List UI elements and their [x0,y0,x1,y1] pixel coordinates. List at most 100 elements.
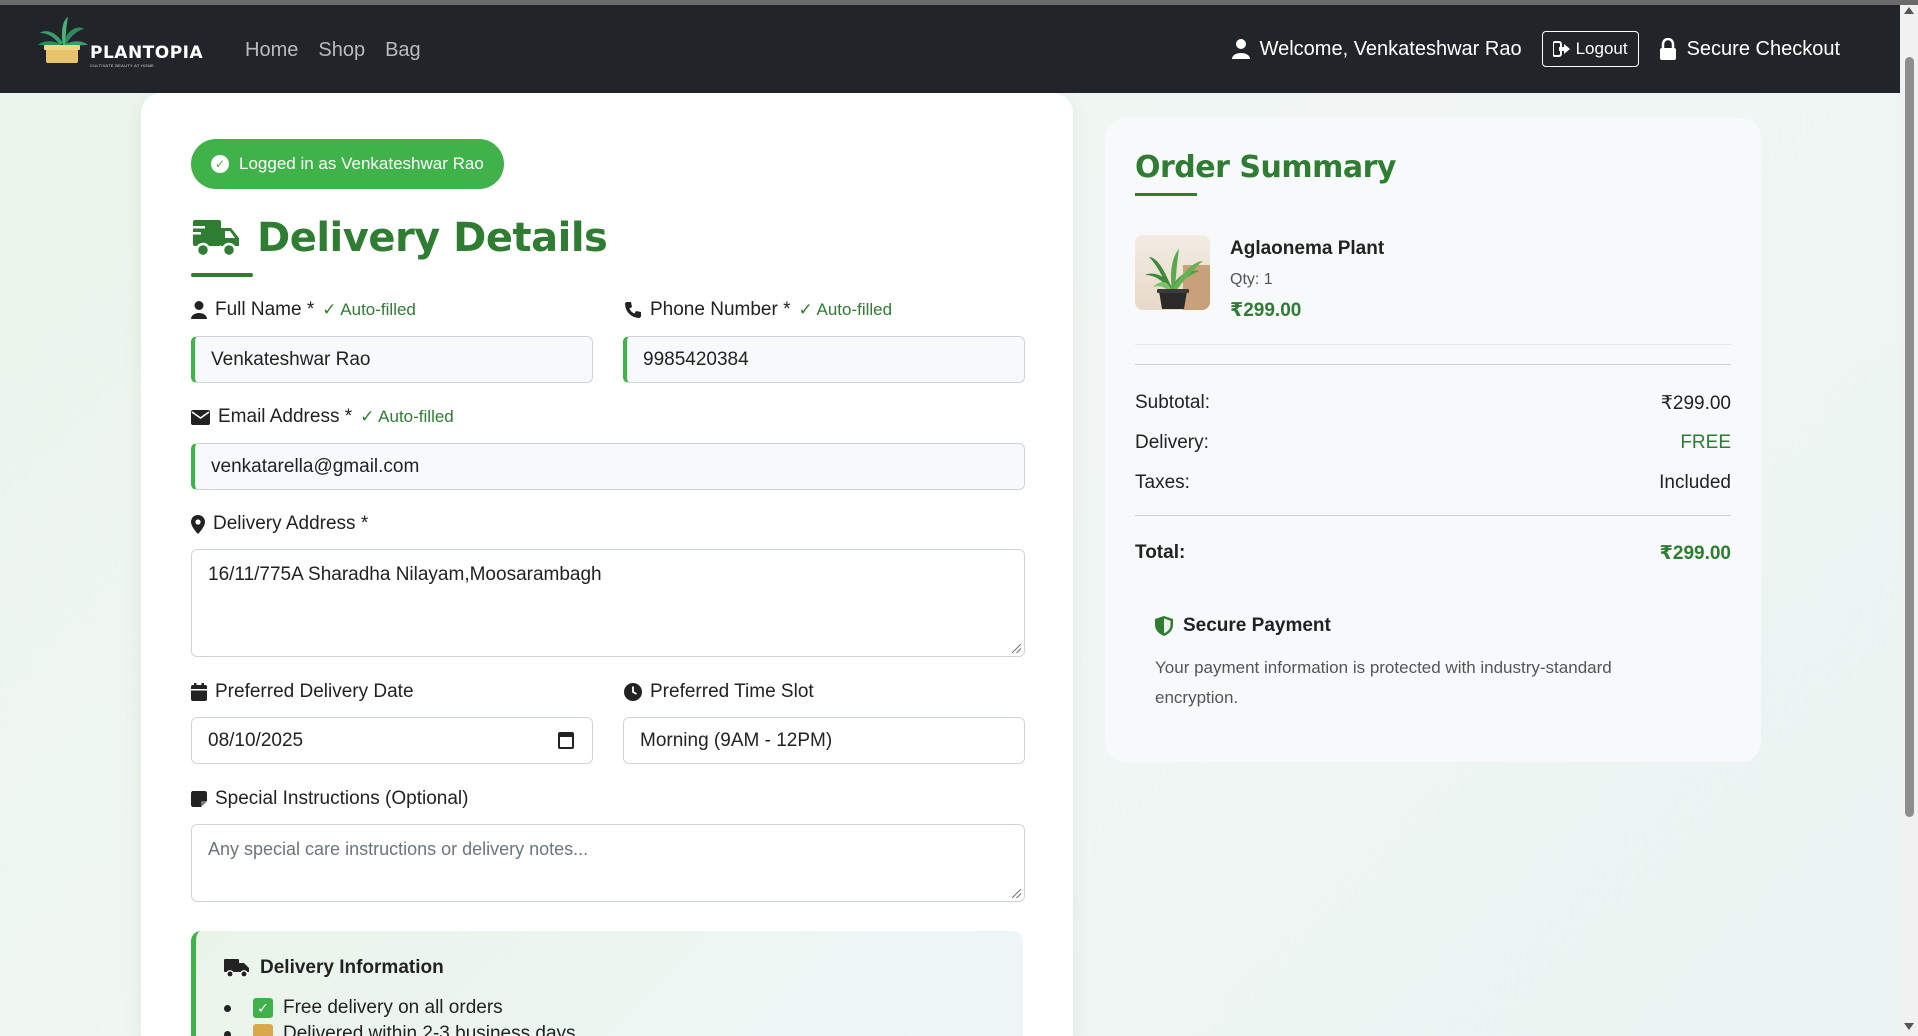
time-slot-select[interactable]: Morning (9AM - 12PM) [623,717,1025,764]
shield-icon [1155,616,1173,636]
brand-logo[interactable]: PLANTOPIA CULTIVATE BEAUTY AT HOME [38,13,218,73]
delivery-date-value: 08/10/2025 [208,729,304,751]
navbar: PLANTOPIA CULTIVATE BEAUTY AT HOME Home … [0,5,1900,93]
address-value: 16/11/775A Sharadha Nilayam,Moosarambagh [208,564,602,585]
secure-payment-description: Your payment information is protected wi… [1155,658,1612,707]
lock-icon [1659,38,1676,60]
check-circle-icon: ✓ [211,155,229,173]
truck-icon [191,220,239,258]
phone-field[interactable]: 9985420384 [623,336,1025,383]
secure-payment-title-text: Secure Payment [1183,615,1331,636]
delivery-form-card: ✓ Logged in as Venkateshwar Rao Delivery… [141,93,1073,1036]
subtotal-row: Subtotal: ₹299.00 [1135,392,1731,415]
package-icon [253,1024,273,1036]
calendar-icon [191,683,207,701]
nav-links: Home Shop Bag [245,39,421,62]
logout-icon [1552,41,1570,57]
bullet [224,1004,231,1012]
scroll-up-arrow-icon[interactable] [1904,7,1914,14]
delivery-date-label-text: Preferred Delivery Date [215,681,414,702]
instructions-placeholder: Any special care instructions or deliver… [208,839,589,859]
instructions-textarea[interactable]: Any special care instructions or deliver… [191,824,1025,902]
delivery-value: FREE [1680,432,1731,453]
check-mark-icon: ✓ [253,998,273,1018]
delivery-details-heading: Delivery Details [191,215,608,261]
clock-icon [624,683,642,701]
product-quantity: Qty: 1 [1230,271,1273,288]
phone-autofilled: ✓ Auto-filled [798,300,893,319]
nav-bag-link[interactable]: Bag [385,39,421,62]
taxes-value: Included [1659,472,1731,493]
time-slot-label-text: Preferred Time Slot [650,681,814,702]
delivery-date-label: Preferred Delivery Date [191,681,414,703]
full-name-label-text: Full Name * [215,299,315,320]
logged-in-text: Logged in as Venkateshwar Rao [239,154,484,173]
total-row: Total: ₹299.00 [1135,542,1731,565]
date-picker-calendar-icon[interactable] [558,732,574,749]
plant-image-icon [1145,249,1210,310]
list-item: ✓ Free delivery on all orders [224,995,576,1021]
info-item-text: Free delivery on all orders [283,997,503,1018]
page-title: Delivery Details [257,215,608,261]
full-name-label: Full Name * ✓ Auto-filled [191,299,416,321]
order-summary-card: Order Summary Aglaonema Plant Qty: 1 ₹29… [1105,118,1761,762]
nav-right: Welcome, Venkateshwar Rao Logout Secure … [1231,29,1840,69]
address-textarea[interactable]: 16/11/775A Sharadha Nilayam,Moosarambagh [191,549,1025,657]
delivery-info-list: ✓ Free delivery on all orders Delivered … [224,995,576,1036]
full-name-field[interactable]: Venkateshwar Rao [191,336,593,383]
email-label-text: Email Address * [218,406,353,427]
truck-icon [224,959,249,978]
address-label: Delivery Address * [191,513,368,535]
divider [1135,344,1731,345]
nav-shop-link[interactable]: Shop [318,39,365,62]
instructions-label: Special Instructions (Optional) [191,788,468,810]
scroll-down-arrow-icon[interactable] [1904,1023,1914,1030]
brand-name: PLANTOPIA [90,43,204,63]
delivery-date-field[interactable]: 08/10/2025 [191,717,593,764]
map-pin-icon [191,514,205,534]
phone-icon [625,302,641,318]
product-name: Aglaonema Plant [1230,238,1385,259]
logout-label: Logout [1575,39,1628,58]
page-scrollbar[interactable] [1900,5,1918,1036]
envelope-icon [191,409,210,425]
delivery-info-title-text: Delivery Information [260,957,444,978]
plant-logo-icon [38,17,88,63]
address-label-text: Delivery Address * [213,513,369,534]
product-image [1135,235,1210,310]
phone-label: Phone Number * ✓ Auto-filled [624,299,892,321]
delivery-row: Delivery: FREE [1135,432,1731,454]
welcome-message: Welcome, Venkateshwar Rao [1231,37,1522,61]
divider [1135,515,1731,516]
delivery-info-box: Delivery Information ✓ Free delivery on … [191,931,1023,1036]
email-label: Email Address * ✓ Auto-filled [191,406,454,428]
resize-grip-icon[interactable] [1012,889,1021,898]
nav-home-link[interactable]: Home [245,39,298,62]
delivery-info-title: Delivery Information [224,957,444,979]
user-icon [191,301,207,319]
email-autofilled: ✓ Auto-filled [360,407,454,426]
logged-in-badge: ✓ Logged in as Venkateshwar Rao [191,139,504,189]
order-summary-title: Order Summary [1135,150,1396,185]
subtotal-value: ₹299.00 [1660,393,1731,414]
title-underline [191,273,253,277]
phone-label-text: Phone Number * [650,299,791,320]
divider [1135,364,1731,365]
product-price: ₹299.00 [1230,300,1302,321]
time-slot-label: Preferred Time Slot [624,681,814,703]
total-value: ₹299.00 [1659,543,1731,564]
resize-grip-icon[interactable] [1012,644,1021,653]
taxes-label: Taxes: [1135,472,1190,493]
email-field[interactable]: venkatarella@gmail.com [191,443,1025,490]
instructions-label-text: Special Instructions (Optional) [215,788,469,809]
taxes-row: Taxes: Included [1135,472,1731,494]
full-name-autofilled: ✓ Auto-filled [322,300,416,319]
welcome-text: Welcome, Venkateshwar Rao [1259,37,1522,60]
scroll-thumb[interactable] [1905,57,1914,817]
logout-button[interactable]: Logout [1541,31,1639,67]
total-label: Total: [1135,542,1186,563]
secure-checkout-text: Secure Checkout [1686,37,1840,60]
list-item: Delivered within 2-3 business days [224,1021,576,1036]
note-icon [191,791,207,807]
secure-checkout-label: Secure Checkout [1659,38,1840,61]
